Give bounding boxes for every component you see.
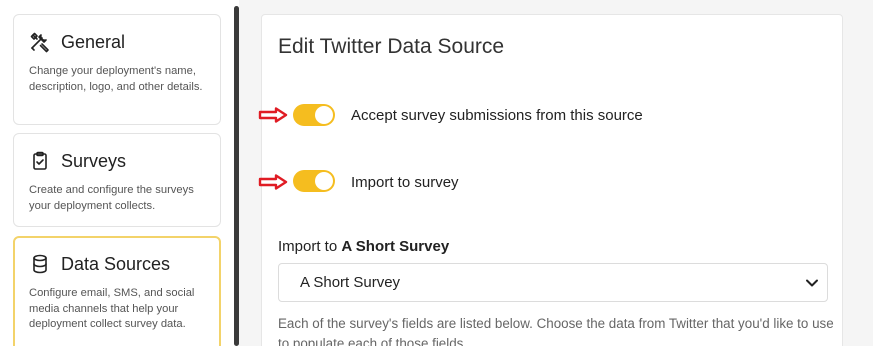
- sidebar-item-data-sources[interactable]: Data Sources Configure email, SMS, and s…: [13, 236, 221, 346]
- accept-submissions-toggle[interactable]: [293, 104, 335, 126]
- toggle-knob: [315, 172, 333, 190]
- import-to-survey-toggle[interactable]: [293, 170, 335, 192]
- survey-select-value: A Short Survey: [300, 274, 401, 291]
- settings-page: General Change your deployment's name, d…: [0, 0, 873, 346]
- survey-select[interactable]: A Short Survey: [278, 263, 828, 302]
- import-label-survey-name: A Short Survey: [341, 238, 450, 255]
- clipboard-check-icon: [29, 150, 51, 172]
- import-label-prefix: Import to: [278, 238, 342, 255]
- sidebar-item-title: Surveys: [61, 150, 127, 171]
- database-icon: [29, 253, 51, 275]
- chevron-down-icon: [806, 279, 818, 287]
- import-to-label: Import to A Short Survey: [278, 238, 449, 255]
- edit-data-source-panel: Edit Twitter Data Source Accept survey s…: [258, 14, 843, 346]
- tools-icon: [29, 31, 51, 53]
- sidebar-item-title: Data Sources: [61, 253, 171, 274]
- sidebar-item-surveys[interactable]: Surveys Create and configure the surveys…: [13, 133, 221, 227]
- page-title: Edit Twitter Data Source: [278, 35, 505, 58]
- field-mapping-help-text: Each of the survey's fields are listed b…: [278, 316, 834, 346]
- red-arrow-annotation-icon: [258, 174, 288, 190]
- sidebar-item-description: Change your deployment's name, descripti…: [29, 65, 203, 93]
- import-to-survey-label: Import to survey: [351, 174, 459, 191]
- sidebar-item-general[interactable]: General Change your deployment's name, d…: [13, 14, 221, 125]
- sidebar-item-description: Create and configure the surveys your de…: [29, 184, 194, 212]
- settings-sidebar: General Change your deployment's name, d…: [0, 0, 232, 346]
- sidebar-item-description: Configure email, SMS, and social media c…: [29, 287, 195, 330]
- sidebar-item-title: General: [61, 31, 126, 52]
- accept-submissions-label: Accept survey submissions from this sour…: [351, 107, 643, 124]
- red-arrow-annotation-icon: [258, 107, 288, 123]
- toggle-knob: [315, 106, 333, 124]
